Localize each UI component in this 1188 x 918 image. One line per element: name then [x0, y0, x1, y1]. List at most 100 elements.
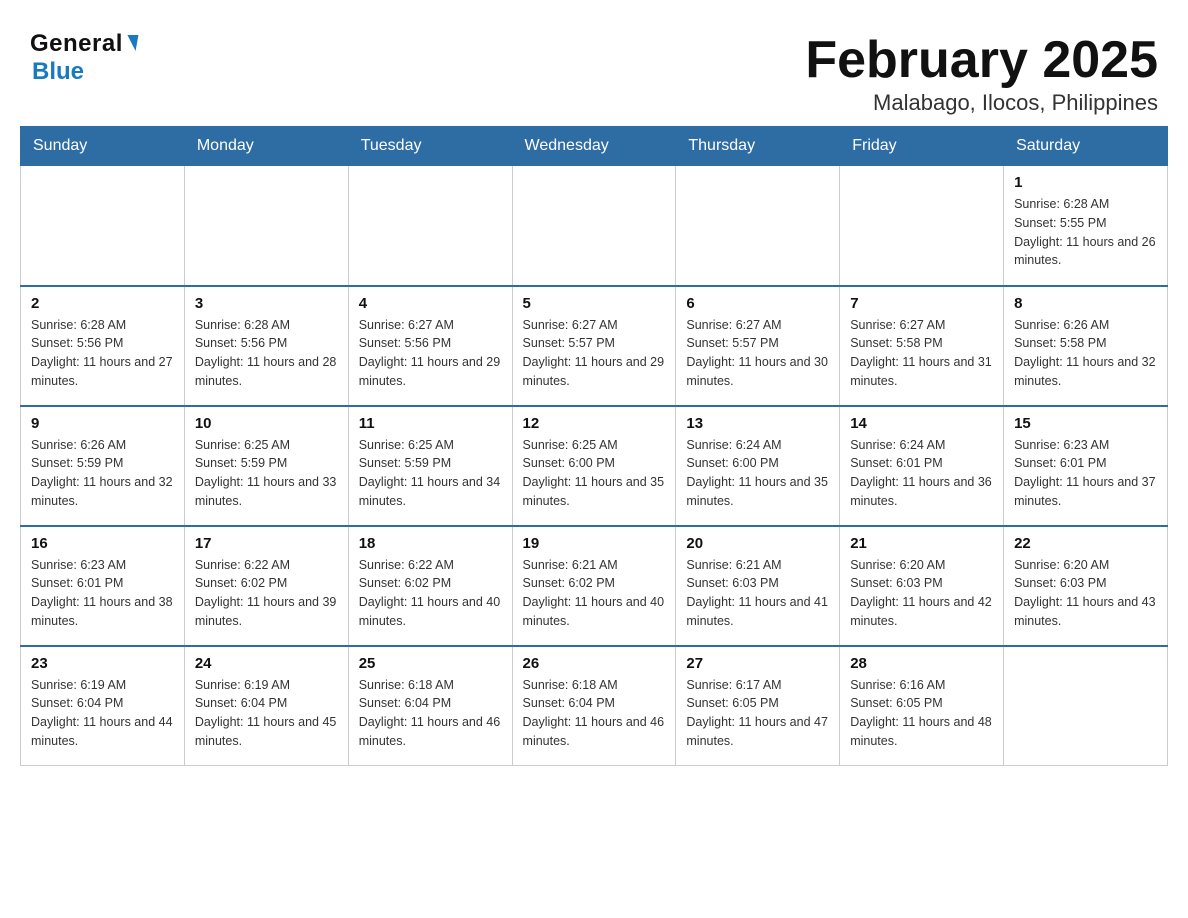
- day-number: 11: [359, 415, 502, 432]
- day-number: 15: [1014, 415, 1157, 432]
- day-number: 1: [1014, 174, 1157, 191]
- day-number: 4: [359, 295, 502, 312]
- week-row-4: 16 Sunrise: 6:23 AM Sunset: 6:01 PM Dayli…: [21, 526, 1168, 646]
- day-info: Sunrise: 6:18 AM Sunset: 6:04 PM Dayligh…: [523, 676, 666, 751]
- cell-week1-day2: [348, 166, 512, 286]
- cell-week5-day1: 24 Sunrise: 6:19 AM Sunset: 6:04 PM Dayli…: [184, 646, 348, 766]
- cell-week5-day2: 25Sunrise: 6:18 AM Sunset: 6:04 PM Dayli…: [348, 646, 512, 766]
- cell-week3-day6: 15 Sunrise: 6:23 AM Sunset: 6:01 PM Dayli…: [1004, 406, 1168, 526]
- cell-week1-day5: [840, 166, 1004, 286]
- cell-week1-day3: [512, 166, 676, 286]
- day-number: 26: [523, 655, 666, 672]
- day-info: Sunrise: 6:20 AM Sunset: 6:03 PM Dayligh…: [850, 556, 993, 631]
- cell-week2-day0: 2 Sunrise: 6:28 AM Sunset: 5:56 PM Daylig…: [21, 286, 185, 406]
- cell-week2-day1: 3 Sunrise: 6:28 AM Sunset: 5:56 PM Daylig…: [184, 286, 348, 406]
- cell-week4-day2: 18Sunrise: 6:22 AM Sunset: 6:02 PM Dayli…: [348, 526, 512, 646]
- day-number: 10: [195, 415, 338, 432]
- cell-week2-day4: 6 Sunrise: 6:27 AM Sunset: 5:57 PM Daylig…: [676, 286, 840, 406]
- cell-week4-day6: 22 Sunrise: 6:20 AM Sunset: 6:03 PM Dayli…: [1004, 526, 1168, 646]
- header-sunday: Sunday: [21, 127, 185, 166]
- day-info: Sunrise: 6:27 AM Sunset: 5:58 PM Dayligh…: [850, 316, 993, 391]
- day-number: 6: [686, 295, 829, 312]
- day-number: 20: [686, 535, 829, 552]
- calendar-table: Sunday Monday Tuesday Wednesday Thursday…: [20, 126, 1168, 766]
- cell-week1-day0: [21, 166, 185, 286]
- cell-week3-day5: 14 Sunrise: 6:24 AM Sunset: 6:01 PM Dayli…: [840, 406, 1004, 526]
- day-number: 23: [31, 655, 174, 672]
- cell-week1-day6: 1 Sunrise: 6:28 AM Sunset: 5:55 PM Daylig…: [1004, 166, 1168, 286]
- week-row-5: 23 Sunrise: 6:19 AM Sunset: 6:04 PM Dayli…: [21, 646, 1168, 766]
- cell-week4-day5: 21Sunrise: 6:20 AM Sunset: 6:03 PM Dayli…: [840, 526, 1004, 646]
- day-number: 25: [359, 655, 502, 672]
- day-number: 24: [195, 655, 338, 672]
- day-info: Sunrise: 6:23 AM Sunset: 6:01 PM Dayligh…: [31, 556, 174, 631]
- day-info: Sunrise: 6:19 AM Sunset: 6:04 PM Dayligh…: [31, 676, 174, 751]
- day-info: Sunrise: 6:26 AM Sunset: 5:59 PM Dayligh…: [31, 436, 174, 511]
- day-number: 22: [1014, 535, 1157, 552]
- day-number: 14: [850, 415, 993, 432]
- day-number: 17: [195, 535, 338, 552]
- calendar-subtitle: Malabago, Ilocos, Philippines: [805, 90, 1158, 116]
- cell-week5-day4: 27 Sunrise: 6:17 AM Sunset: 6:05 PM Dayli…: [676, 646, 840, 766]
- day-info: Sunrise: 6:20 AM Sunset: 6:03 PM Dayligh…: [1014, 556, 1157, 631]
- title-block: February 2025 Malabago, Ilocos, Philippi…: [805, 30, 1158, 116]
- day-number: 16: [31, 535, 174, 552]
- cell-week4-day4: 20 Sunrise: 6:21 AM Sunset: 6:03 PM Dayli…: [676, 526, 840, 646]
- day-number: 3: [195, 295, 338, 312]
- day-info: Sunrise: 6:28 AM Sunset: 5:55 PM Dayligh…: [1014, 195, 1157, 270]
- logo-blue-text: Blue: [32, 58, 84, 85]
- day-info: Sunrise: 6:22 AM Sunset: 6:02 PM Dayligh…: [195, 556, 338, 631]
- day-info: Sunrise: 6:25 AM Sunset: 6:00 PM Dayligh…: [523, 436, 666, 511]
- day-number: 13: [686, 415, 829, 432]
- day-number: 12: [523, 415, 666, 432]
- cell-week1-day1: [184, 166, 348, 286]
- day-info: Sunrise: 6:28 AM Sunset: 5:56 PM Dayligh…: [195, 316, 338, 391]
- day-number: 19: [523, 535, 666, 552]
- page-header: General Blue February 2025 Malabago, Ilo…: [20, 20, 1168, 116]
- logo-triangle-icon: [124, 35, 138, 51]
- cell-week2-day6: 8Sunrise: 6:26 AM Sunset: 5:58 PM Daylig…: [1004, 286, 1168, 406]
- day-info: Sunrise: 6:27 AM Sunset: 5:57 PM Dayligh…: [686, 316, 829, 391]
- day-info: Sunrise: 6:21 AM Sunset: 6:03 PM Dayligh…: [686, 556, 829, 631]
- week-row-3: 9 Sunrise: 6:26 AM Sunset: 5:59 PM Daylig…: [21, 406, 1168, 526]
- cell-week3-day0: 9 Sunrise: 6:26 AM Sunset: 5:59 PM Daylig…: [21, 406, 185, 526]
- day-number: 2: [31, 295, 174, 312]
- cell-week3-day1: 10 Sunrise: 6:25 AM Sunset: 5:59 PM Dayli…: [184, 406, 348, 526]
- day-info: Sunrise: 6:23 AM Sunset: 6:01 PM Dayligh…: [1014, 436, 1157, 511]
- cell-week5-day5: 28Sunrise: 6:16 AM Sunset: 6:05 PM Dayli…: [840, 646, 1004, 766]
- day-info: Sunrise: 6:25 AM Sunset: 5:59 PM Dayligh…: [195, 436, 338, 511]
- cell-week2-day3: 5 Sunrise: 6:27 AM Sunset: 5:57 PM Daylig…: [512, 286, 676, 406]
- day-info: Sunrise: 6:24 AM Sunset: 6:00 PM Dayligh…: [686, 436, 829, 511]
- logo-general-text: General: [30, 30, 123, 58]
- day-info: Sunrise: 6:24 AM Sunset: 6:01 PM Dayligh…: [850, 436, 993, 511]
- day-info: Sunrise: 6:17 AM Sunset: 6:05 PM Dayligh…: [686, 676, 829, 751]
- cell-week1-day4: [676, 166, 840, 286]
- cell-week4-day1: 17 Sunrise: 6:22 AM Sunset: 6:02 PM Dayli…: [184, 526, 348, 646]
- cell-week3-day3: 12 Sunrise: 6:25 AM Sunset: 6:00 PM Dayli…: [512, 406, 676, 526]
- day-number: 28: [850, 655, 993, 672]
- day-number: 18: [359, 535, 502, 552]
- cell-week5-day3: 26 Sunrise: 6:18 AM Sunset: 6:04 PM Dayli…: [512, 646, 676, 766]
- logo: General Blue: [30, 30, 137, 86]
- cell-week2-day2: 4 Sunrise: 6:27 AM Sunset: 5:56 PM Daylig…: [348, 286, 512, 406]
- day-number: 5: [523, 295, 666, 312]
- header-friday: Friday: [840, 127, 1004, 166]
- day-info: Sunrise: 6:21 AM Sunset: 6:02 PM Dayligh…: [523, 556, 666, 631]
- week-row-1: 1 Sunrise: 6:28 AM Sunset: 5:55 PM Daylig…: [21, 166, 1168, 286]
- header-monday: Monday: [184, 127, 348, 166]
- cell-week5-day0: 23 Sunrise: 6:19 AM Sunset: 6:04 PM Dayli…: [21, 646, 185, 766]
- day-number: 9: [31, 415, 174, 432]
- day-info: Sunrise: 6:27 AM Sunset: 5:56 PM Dayligh…: [359, 316, 502, 391]
- cell-week2-day5: 7 Sunrise: 6:27 AM Sunset: 5:58 PM Daylig…: [840, 286, 1004, 406]
- day-number: 27: [686, 655, 829, 672]
- days-header-row: Sunday Monday Tuesday Wednesday Thursday…: [21, 127, 1168, 166]
- day-number: 7: [850, 295, 993, 312]
- day-number: 8: [1014, 295, 1157, 312]
- day-info: Sunrise: 6:27 AM Sunset: 5:57 PM Dayligh…: [523, 316, 666, 391]
- header-saturday: Saturday: [1004, 127, 1168, 166]
- calendar-title: February 2025: [805, 30, 1158, 90]
- day-info: Sunrise: 6:28 AM Sunset: 5:56 PM Dayligh…: [31, 316, 174, 391]
- day-info: Sunrise: 6:19 AM Sunset: 6:04 PM Dayligh…: [195, 676, 338, 751]
- cell-week4-day0: 16 Sunrise: 6:23 AM Sunset: 6:01 PM Dayli…: [21, 526, 185, 646]
- cell-week3-day2: 11Sunrise: 6:25 AM Sunset: 5:59 PM Dayli…: [348, 406, 512, 526]
